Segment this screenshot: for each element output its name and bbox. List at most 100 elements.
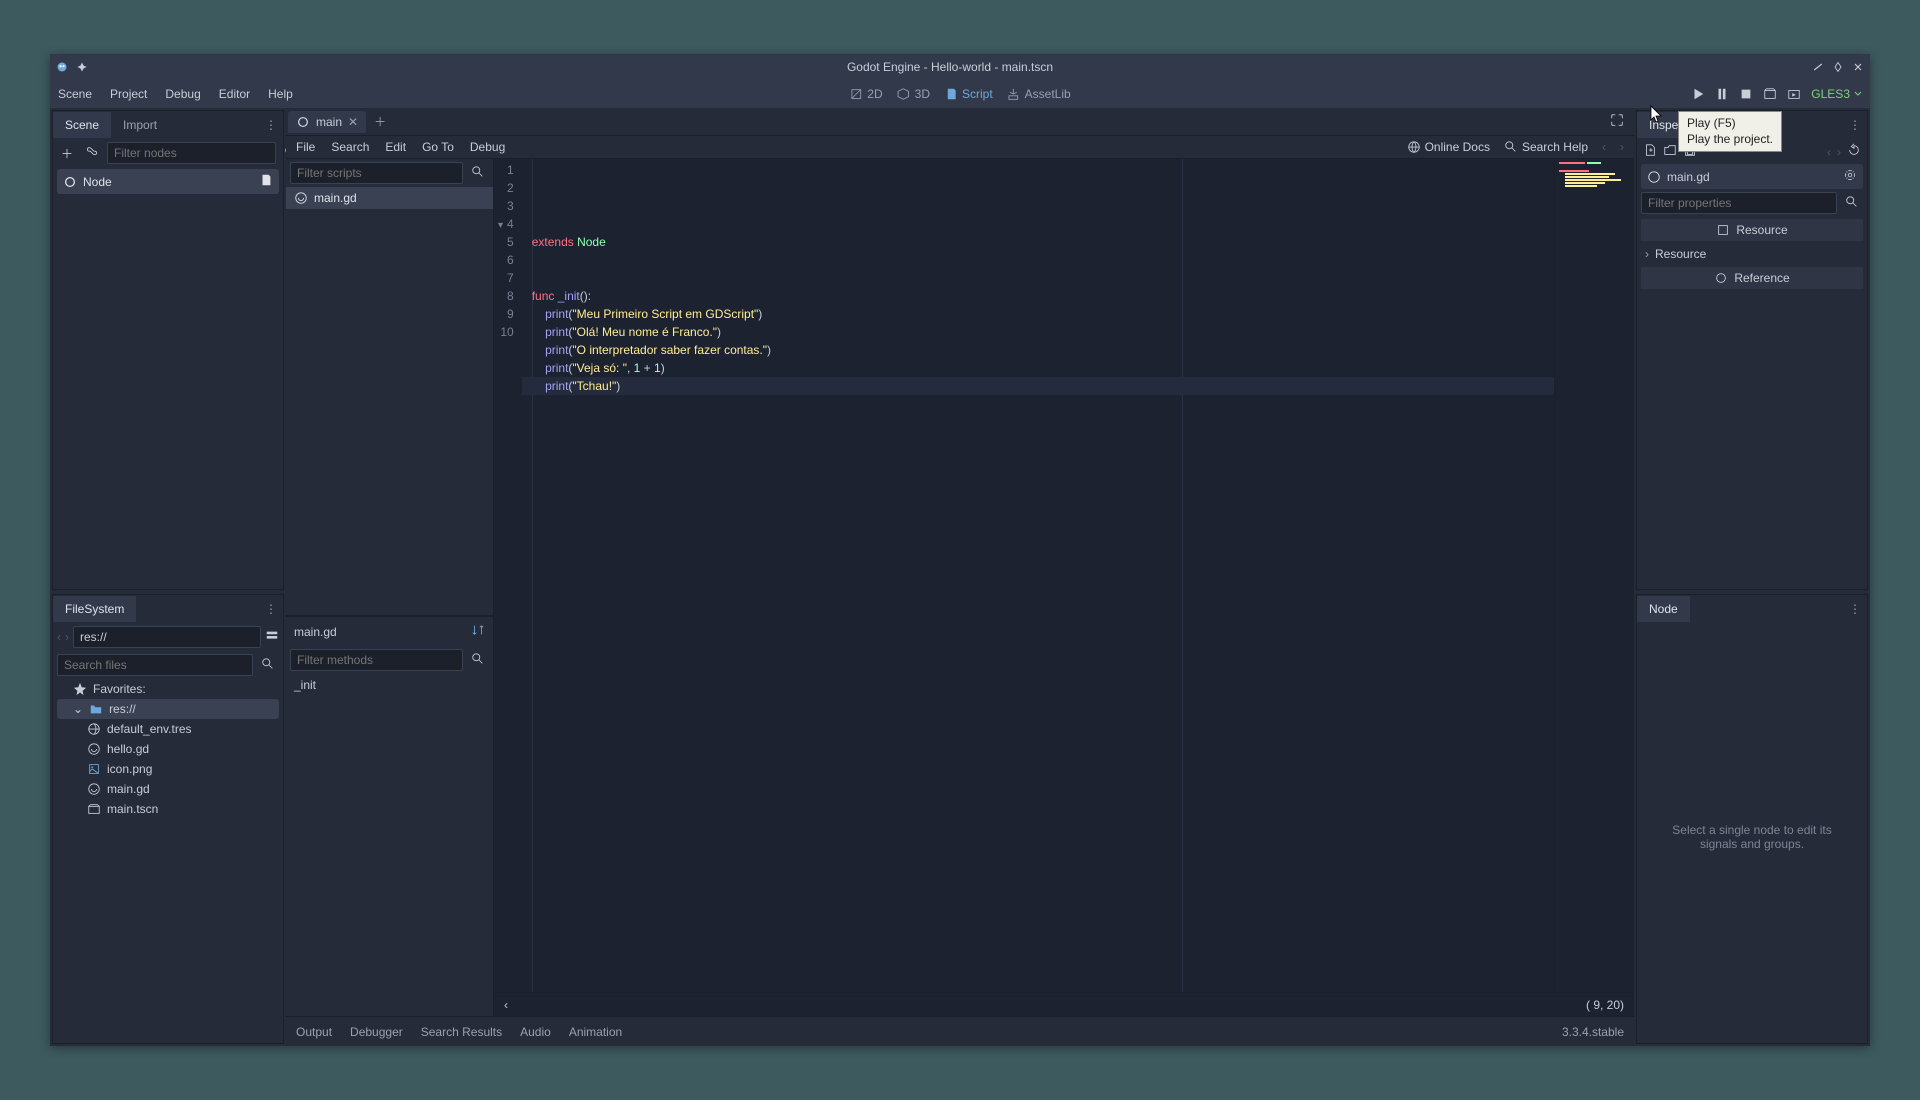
import-tab[interactable]: Import [111,112,169,138]
instance-scene-icon[interactable] [81,143,103,164]
filter-properties-input[interactable] [1641,192,1837,214]
sort-methods-icon[interactable] [471,623,485,640]
pin-icon[interactable] [76,61,88,73]
dock-options-icon[interactable]: ⋮ [1843,602,1867,616]
play-scene-button[interactable] [1763,87,1777,101]
bottom-tab-animation[interactable]: Animation [569,1025,622,1039]
dock-options-icon[interactable]: ⋮ [1843,118,1867,132]
pause-button[interactable] [1715,87,1729,101]
path-back-icon[interactable]: ‹ [57,630,61,644]
search-icon[interactable] [467,650,489,671]
file-item[interactable]: default_env.tres [53,719,283,739]
filter-methods-input[interactable] [290,649,463,671]
collapse-icon: ⌄ [73,702,83,716]
node-tab[interactable]: Node [1637,596,1690,622]
menu-project[interactable]: Project [110,87,147,101]
maximize-icon[interactable] [1832,61,1844,73]
script-icon [87,742,101,756]
editor-assetlib-button[interactable]: AssetLib [1007,87,1071,101]
play-custom-scene-button[interactable] [1787,87,1801,101]
add-node-icon[interactable]: ＋ [57,143,77,164]
script-tab-main[interactable]: main ✕ [288,111,366,133]
scene-tab[interactable]: Scene [53,112,111,138]
search-icon[interactable] [1841,193,1863,214]
dock-options-icon[interactable]: ⋮ [259,118,283,132]
search-icon[interactable] [467,163,489,184]
script-icon [87,782,101,796]
settings-icon[interactable] [1843,168,1857,185]
cursor-position: ( 9, 20) [1586,998,1624,1012]
status-chevron[interactable]: ‹ [504,998,508,1012]
script-menubar: File Search Edit Go To Debug Online Docs Sea… [286,136,1634,159]
search-files-input[interactable] [57,654,253,676]
code-editor[interactable]: 12345678910 extends Nodefunc _init(): pr… [494,159,1634,1016]
minimap[interactable] [1554,159,1634,992]
history-icon[interactable] [1847,143,1861,160]
bottom-tab-audio[interactable]: Audio [520,1025,551,1039]
bottom-tab-debugger[interactable]: Debugger [350,1025,403,1039]
res-folder[interactable]: ⌄ res:// [57,699,279,719]
online-docs-button[interactable]: Online Docs [1407,140,1490,154]
nav-forward-icon[interactable]: › [1620,140,1624,154]
open-script-icon[interactable] [259,173,273,190]
editor-script-button[interactable]: Script [944,87,993,101]
inspector-dock: Inspector ⋮ ‹ › main.gd [1636,110,1868,590]
filter-nodes-input[interactable] [107,142,276,164]
script-list-item[interactable]: main.gd [286,187,493,209]
new-tab-icon[interactable]: ＋ [366,113,394,130]
close-tab-icon[interactable]: ✕ [348,115,358,129]
play-tooltip: Play (F5) Play the project. [1678,111,1782,152]
renderer-selector[interactable]: GLES3 [1811,87,1862,101]
history-back-icon[interactable]: ‹ [1827,145,1831,159]
minimize-icon[interactable] [1812,61,1824,73]
search-icon[interactable] [257,655,279,676]
file-item[interactable]: hello.gd [53,739,283,759]
search-help-button[interactable]: Search Help [1504,140,1588,154]
script-menu-edit[interactable]: Edit [385,140,406,154]
editor-2d-button[interactable]: 2D [849,87,882,101]
script-menu-file[interactable]: File [296,140,315,154]
bottom-panel: Output Debugger Search Results Audio Animati… [286,1016,1634,1046]
method-item[interactable]: _init [286,674,493,696]
godot-logo-icon [56,61,68,73]
menu-debug[interactable]: Debug [165,87,200,101]
image-icon [87,762,101,776]
menu-help[interactable]: Help [268,87,293,101]
file-item[interactable]: main.tscn [53,799,283,819]
bottom-tab-output[interactable]: Output [296,1025,332,1039]
file-item[interactable]: main.gd [53,779,283,799]
script-menu-search[interactable]: Search [331,140,369,154]
scene-root-node[interactable]: Node [57,169,279,194]
file-item[interactable]: icon.png [53,759,283,779]
play-button[interactable] [1691,87,1705,101]
editor-3d-button[interactable]: 3D [897,87,930,101]
menu-scene[interactable]: Scene [58,87,92,101]
history-forward-icon[interactable]: › [1837,145,1841,159]
stop-button[interactable] [1739,87,1753,101]
filesystem-tab[interactable]: FileSystem [53,596,136,622]
menu-editor[interactable]: Editor [219,87,250,101]
new-resource-icon[interactable] [1643,143,1657,160]
scene-dock: Scene Import ⋮ ＋ Node [52,110,284,590]
favorites-item[interactable]: Favorites: [53,679,283,699]
folder-icon [89,702,103,716]
filter-scripts-input[interactable] [290,162,463,184]
node-icon [63,175,77,189]
script-menu-debug[interactable]: Debug [470,140,505,154]
load-resource-icon[interactable] [1663,143,1677,160]
path-forward-icon[interactable]: › [65,630,69,644]
split-mode-icon[interactable] [265,629,279,646]
distraction-free-icon[interactable] [1602,113,1632,130]
script-menu-go-to[interactable]: Go To [422,140,454,154]
bottom-tab-search-results[interactable]: Search Results [421,1025,502,1039]
version-label: 3.3.4.stable [1562,1025,1624,1039]
node-dock: Node ⋮ Select a single node to edit its … [1636,594,1868,1044]
close-icon[interactable] [1852,61,1864,73]
menubar: Scene Project Debug Editor Help 2D 3D Script… [50,80,1870,108]
path-field[interactable]: res:// [73,626,261,648]
node-icon [296,115,310,129]
inspector-section-resource[interactable]: ›Resource [1637,243,1867,265]
dock-options-icon[interactable]: ⋮ [259,602,283,616]
inspector-object-selector[interactable]: main.gd [1641,164,1863,189]
nav-back-icon[interactable]: ‹ [1602,140,1606,154]
